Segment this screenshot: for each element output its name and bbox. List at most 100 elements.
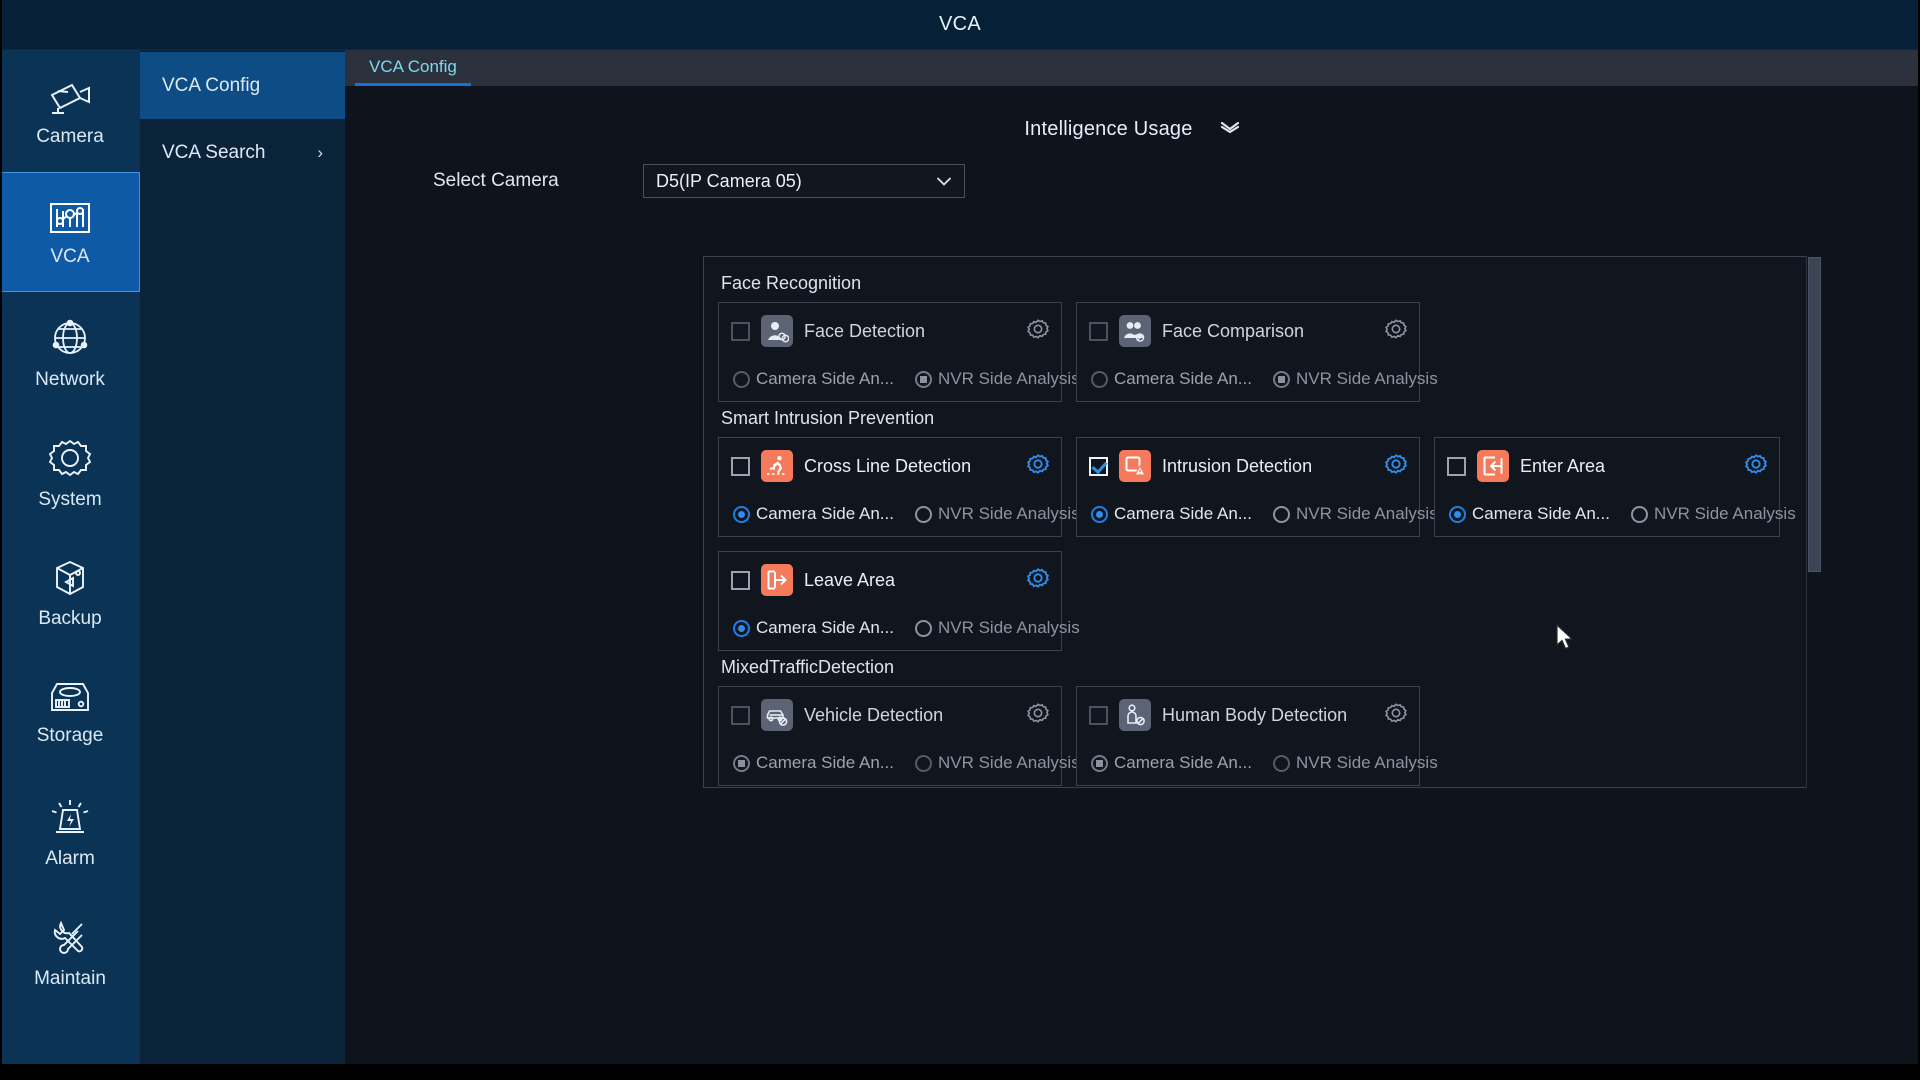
card-enter-area[interactable]: Enter Area Camera Side An... NVR Side An… (1434, 437, 1796, 537)
gear-icon[interactable] (1744, 453, 1768, 480)
card-face-detection[interactable]: Face Detection Camera Side An... NVR Sid… (718, 302, 1080, 402)
camera-select[interactable]: D5(IP Camera 05) (643, 164, 965, 198)
radio-camera-side[interactable]: Camera Side An... (733, 504, 894, 524)
enter-area-icon (1477, 450, 1509, 482)
card-header: Face Detection (719, 303, 1061, 359)
rail-item-network[interactable]: Network (0, 292, 140, 412)
group-cards-mixed-traffic-detection: Vehicle Detection Camera Side An... NVR … (718, 686, 1805, 786)
radio-dot (1091, 754, 1108, 772)
intrusion-detection-icon (1119, 450, 1151, 482)
vca-window: VCA Camera VCA Network System Backup Sto… (0, 0, 1920, 1080)
intelligence-usage-label[interactable]: Intelligence Usage (1024, 118, 1192, 141)
system-icon (48, 436, 92, 480)
double-chevron-down-icon[interactable] (1219, 119, 1241, 140)
select-camera-label: Select Camera (433, 170, 559, 191)
backup-icon (49, 557, 91, 599)
group-title-mixed-traffic-detection: MixedTrafficDetection (721, 657, 895, 677)
rail-label: Camera (36, 125, 104, 147)
radio-label: Camera Side An... (756, 369, 894, 388)
gear-icon[interactable] (1027, 318, 1049, 345)
card-header: Vehicle Detection (719, 687, 1061, 743)
alarm-icon (48, 797, 92, 839)
scrollbar-thumb[interactable] (1808, 257, 1821, 572)
card-mode-row: Camera Side An... NVR Side Analysis (719, 743, 1080, 783)
radio-nvr-side[interactable]: NVR Side Analysis (914, 504, 1080, 524)
radio-nvr-side[interactable]: NVR Side Analysis (1272, 504, 1438, 524)
radio-label: Camera Side An... (1114, 753, 1252, 772)
radio-camera-side[interactable]: Camera Side An... (1091, 753, 1252, 773)
card-cross-line-detection[interactable]: Cross Line Detection Camera Side An... N… (718, 437, 1080, 537)
radio-label: NVR Side Analysis (937, 369, 1080, 388)
rail-item-backup[interactable]: Backup (0, 532, 140, 652)
group-cards-smart-intrusion-prevention: Cross Line Detection Camera Side An... N… (718, 437, 1805, 651)
gear-icon[interactable] (1027, 702, 1049, 729)
tab-vca-config[interactable]: VCA Config (355, 50, 471, 86)
card-human-body-detection[interactable]: Human Body Detection Camera Side An... N… (1076, 686, 1438, 786)
enable-checkbox[interactable] (731, 570, 750, 590)
card-mode-row: Camera Side An... NVR Side Analysis (1077, 359, 1438, 399)
radio-nvr-side[interactable]: NVR Side Analysis (1272, 753, 1438, 773)
card-header: Enter Area (1435, 438, 1779, 494)
radio-dot (1272, 370, 1290, 388)
vca-config-panel: Intelligence Usage Select Camera D5(IP C… (345, 86, 1920, 1064)
radio-camera-side[interactable]: Camera Side An... (1091, 504, 1252, 524)
radio-nvr-side[interactable]: NVR Side Analysis (914, 369, 1080, 389)
radio-camera-side[interactable]: Camera Side An... (733, 753, 894, 773)
radio-label: Camera Side An... (1114, 504, 1252, 523)
card-title: Cross Line Detection (804, 455, 972, 476)
radio-camera-side[interactable]: Camera Side An... (1449, 504, 1610, 524)
radio-nvr-side[interactable]: NVR Side Analysis (1630, 504, 1796, 524)
radio-dot (1630, 505, 1648, 523)
radio-camera-side[interactable]: Camera Side An... (733, 618, 894, 638)
radio-camera-side[interactable]: Camera Side An... (1091, 369, 1252, 389)
card-mode-row: Camera Side An... NVR Side Analysis (1077, 494, 1438, 534)
rail-item-camera[interactable]: Camera (0, 52, 140, 172)
card-title: Face Comparison (1162, 320, 1305, 341)
rail-label: Network (35, 368, 105, 390)
card-face-comparison[interactable]: Face Comparison Camera Side An... NVR Si… (1076, 302, 1438, 402)
rail-item-system[interactable]: System (0, 412, 140, 532)
gear-icon[interactable] (1385, 318, 1407, 345)
gear-icon[interactable] (1385, 702, 1407, 729)
sidebar-item-vca-search[interactable]: VCA Search › (140, 119, 345, 186)
card-vehicle-detection[interactable]: Vehicle Detection Camera Side An... NVR … (718, 686, 1080, 786)
enable-checkbox[interactable] (1089, 456, 1108, 476)
rail-item-storage[interactable]: Storage (0, 652, 140, 772)
enable-checkbox[interactable] (1089, 321, 1108, 341)
enable-checkbox[interactable] (1089, 705, 1108, 725)
rail-item-maintain[interactable]: Maintain (0, 892, 140, 1012)
gear-icon[interactable] (1026, 453, 1050, 480)
rail-item-vca[interactable]: VCA (0, 172, 140, 292)
card-intrusion-detection[interactable]: Intrusion Detection Camera Side An... NV… (1076, 437, 1438, 537)
rail-label: Backup (38, 607, 102, 629)
radio-label: Camera Side An... (756, 504, 894, 523)
card-leave-area[interactable]: Leave Area Camera Side An... NVR Side An… (718, 551, 1080, 651)
radio-dot (1091, 370, 1108, 388)
tab-label: VCA Config (369, 56, 457, 76)
radio-label: NVR Side Analysis (1295, 753, 1438, 772)
enable-checkbox[interactable] (731, 705, 750, 725)
enable-checkbox[interactable] (1447, 456, 1466, 476)
enable-checkbox[interactable] (731, 321, 750, 341)
card-title: Leave Area (804, 569, 896, 590)
radio-label: NVR Side Analysis (1295, 369, 1438, 388)
window-title: VCA (938, 13, 982, 35)
radio-nvr-side[interactable]: NVR Side Analysis (914, 753, 1080, 773)
radio-nvr-side[interactable]: NVR Side Analysis (1272, 369, 1438, 389)
gear-icon[interactable] (1026, 567, 1050, 594)
rail-label: Alarm (45, 847, 95, 869)
card-mode-row: Camera Side An... NVR Side Analysis (719, 608, 1080, 648)
enable-checkbox[interactable] (731, 456, 750, 476)
sidebar-item-vca-config[interactable]: VCA Config (140, 52, 345, 119)
storage-icon (47, 680, 93, 716)
sidebar-item-label: VCA Search (162, 141, 266, 163)
list-scrollbar[interactable] (1806, 256, 1821, 788)
radio-camera-side[interactable]: Camera Side An... (733, 369, 894, 389)
rail-item-alarm[interactable]: Alarm (0, 772, 140, 892)
card-mode-row: Camera Side An... NVR Side Analysis (719, 494, 1080, 534)
card-header: Intrusion Detection (1077, 438, 1419, 494)
radio-nvr-side[interactable]: NVR Side Analysis (914, 618, 1080, 638)
radio-dot (733, 754, 750, 772)
card-header: Leave Area (719, 552, 1061, 608)
gear-icon[interactable] (1384, 453, 1408, 480)
